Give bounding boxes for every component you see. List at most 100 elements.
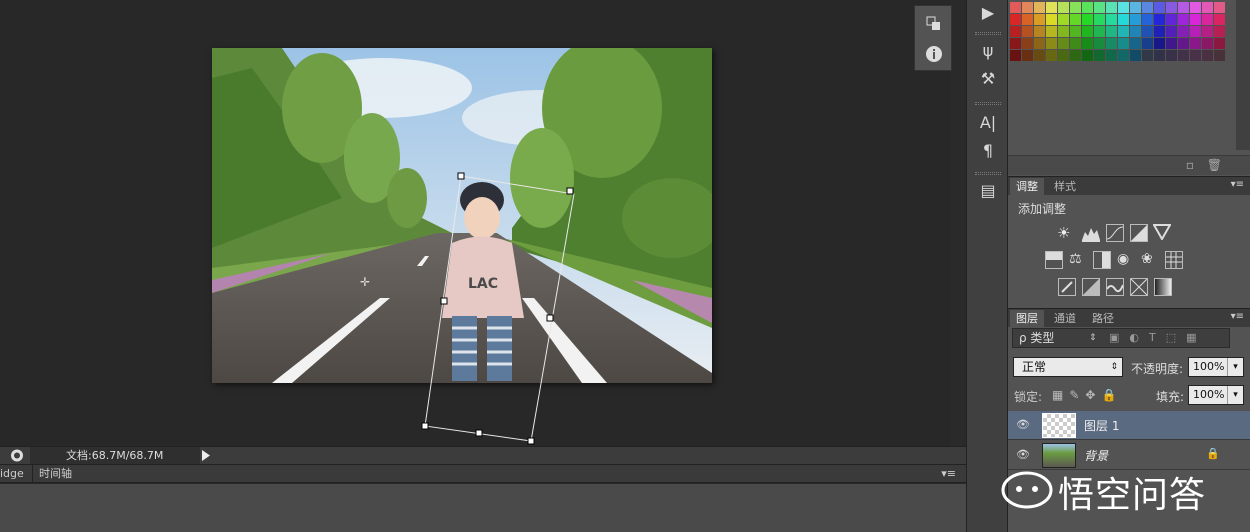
layer-comps-icon[interactable]: ▤	[977, 180, 999, 202]
swatch[interactable]	[1058, 2, 1069, 13]
swatch[interactable]	[1058, 14, 1069, 25]
rotate-view-icon[interactable]	[10, 449, 24, 462]
invert-icon[interactable]	[1058, 278, 1076, 296]
swatch[interactable]	[1154, 26, 1165, 37]
swatch[interactable]	[1034, 14, 1045, 25]
curves-icon[interactable]	[1106, 224, 1124, 242]
play-icon[interactable]: ▶	[977, 2, 999, 24]
swatch[interactable]	[1214, 38, 1225, 49]
swatch[interactable]	[1130, 26, 1141, 37]
swatch[interactable]	[1106, 14, 1117, 25]
swatch[interactable]	[1046, 14, 1057, 25]
threshold-icon[interactable]	[1106, 278, 1124, 296]
swatch[interactable]	[1202, 38, 1213, 49]
trash-icon[interactable]: 🗑	[1207, 158, 1222, 172]
swatch[interactable]	[1130, 50, 1141, 61]
dock-grip[interactable]	[975, 172, 1001, 175]
tab-layers[interactable]: 图层	[1010, 310, 1044, 328]
swatch[interactable]	[1142, 38, 1153, 49]
swatch[interactable]	[1214, 14, 1225, 25]
swatch[interactable]	[1154, 2, 1165, 13]
swatch[interactable]	[1214, 2, 1225, 13]
swatch[interactable]	[1070, 14, 1081, 25]
swatch[interactable]	[1022, 50, 1033, 61]
layer-filter-icons[interactable]: ▣◐T⬚▦	[1109, 329, 1207, 347]
swatch[interactable]	[1034, 2, 1045, 13]
swatch[interactable]	[1046, 2, 1057, 13]
swatch[interactable]	[1202, 2, 1213, 13]
opacity-input[interactable]: 100% ▾	[1188, 357, 1244, 377]
selective-color-icon[interactable]	[1130, 278, 1148, 296]
swatch[interactable]	[1118, 2, 1129, 13]
black-white-icon[interactable]	[1093, 251, 1111, 269]
swatch[interactable]	[1058, 50, 1069, 61]
swatch[interactable]	[1046, 50, 1057, 61]
paragraph-icon[interactable]: ¶	[977, 140, 999, 162]
panel-menu-icon[interactable]: ▾≡	[935, 465, 962, 483]
layer-row[interactable]: 👁 图层 1	[1008, 411, 1250, 440]
swatch[interactable]	[1166, 14, 1177, 25]
swatch[interactable]	[1166, 38, 1177, 49]
exposure-icon[interactable]	[1130, 224, 1148, 242]
swatch[interactable]	[1118, 38, 1129, 49]
swatch[interactable]	[1178, 50, 1189, 61]
swatch[interactable]	[1106, 2, 1117, 13]
swatch[interactable]	[1118, 14, 1129, 25]
photo-filter-icon[interactable]: ◉	[1117, 251, 1135, 269]
swatch[interactable]	[1070, 38, 1081, 49]
hue-saturation-icon[interactable]	[1045, 251, 1063, 269]
swatch[interactable]	[1202, 50, 1213, 61]
swatch[interactable]	[1022, 14, 1033, 25]
swatch[interactable]	[1202, 26, 1213, 37]
color-balance-icon[interactable]: ⚖	[1069, 251, 1087, 269]
swatch[interactable]	[1190, 26, 1201, 37]
visibility-eye-icon[interactable]: 👁	[1016, 448, 1030, 462]
swatch[interactable]	[1106, 38, 1117, 49]
swatch[interactable]	[1070, 2, 1081, 13]
canvas-scrollbar[interactable]	[950, 0, 966, 446]
tab-channels[interactable]: 通道	[1048, 310, 1082, 328]
swatch[interactable]	[1010, 38, 1021, 49]
swatch[interactable]	[1082, 2, 1093, 13]
swatch[interactable]	[1010, 50, 1021, 61]
swatch[interactable]	[1166, 50, 1177, 61]
swatch[interactable]	[1082, 38, 1093, 49]
blend-mode-select[interactable]: 正常 ⇕	[1013, 357, 1123, 377]
tab-styles[interactable]: 样式	[1048, 178, 1082, 196]
swatch[interactable]	[1142, 14, 1153, 25]
swatch[interactable]	[1118, 50, 1129, 61]
swatch[interactable]	[1118, 26, 1129, 37]
swatch[interactable]	[1130, 38, 1141, 49]
tab-timeline[interactable]: 时间轴	[32, 465, 78, 483]
new-swatch-icon[interactable]: ▫	[1186, 158, 1194, 172]
3d-icon[interactable]	[924, 14, 944, 34]
tab-paths[interactable]: 路径	[1086, 310, 1120, 328]
swatch[interactable]	[1010, 26, 1021, 37]
swatch[interactable]	[1034, 50, 1045, 61]
character-icon[interactable]: A|	[977, 112, 999, 134]
document-size[interactable]: 文档:68.7M/68.7M	[30, 447, 200, 464]
layer-name[interactable]: 图层 1	[1084, 417, 1119, 434]
swatch[interactable]	[1178, 2, 1189, 13]
swatch[interactable]	[1178, 14, 1189, 25]
swatch[interactable]	[1166, 26, 1177, 37]
levels-icon[interactable]	[1082, 224, 1100, 242]
swatch[interactable]	[1142, 26, 1153, 37]
swatch[interactable]	[1058, 38, 1069, 49]
swatches-panel[interactable]	[1008, 0, 1236, 68]
swatch[interactable]	[1130, 2, 1141, 13]
status-menu-arrow-icon[interactable]	[202, 450, 210, 464]
swatch[interactable]	[1082, 14, 1093, 25]
swatch[interactable]	[1022, 26, 1033, 37]
color-lookup-icon[interactable]	[1165, 251, 1183, 269]
swatch[interactable]	[1070, 26, 1081, 37]
swatch[interactable]	[1058, 26, 1069, 37]
swatch[interactable]	[1034, 38, 1045, 49]
swatch[interactable]	[1094, 38, 1105, 49]
info-icon[interactable]	[924, 44, 944, 64]
lock-options-icons[interactable]: ▦✎✥🔒	[1052, 388, 1122, 402]
tab-bridge[interactable]: idge	[0, 465, 30, 483]
channel-mixer-icon[interactable]: ❀	[1141, 251, 1159, 269]
swatch[interactable]	[1130, 14, 1141, 25]
swatch[interactable]	[1154, 38, 1165, 49]
